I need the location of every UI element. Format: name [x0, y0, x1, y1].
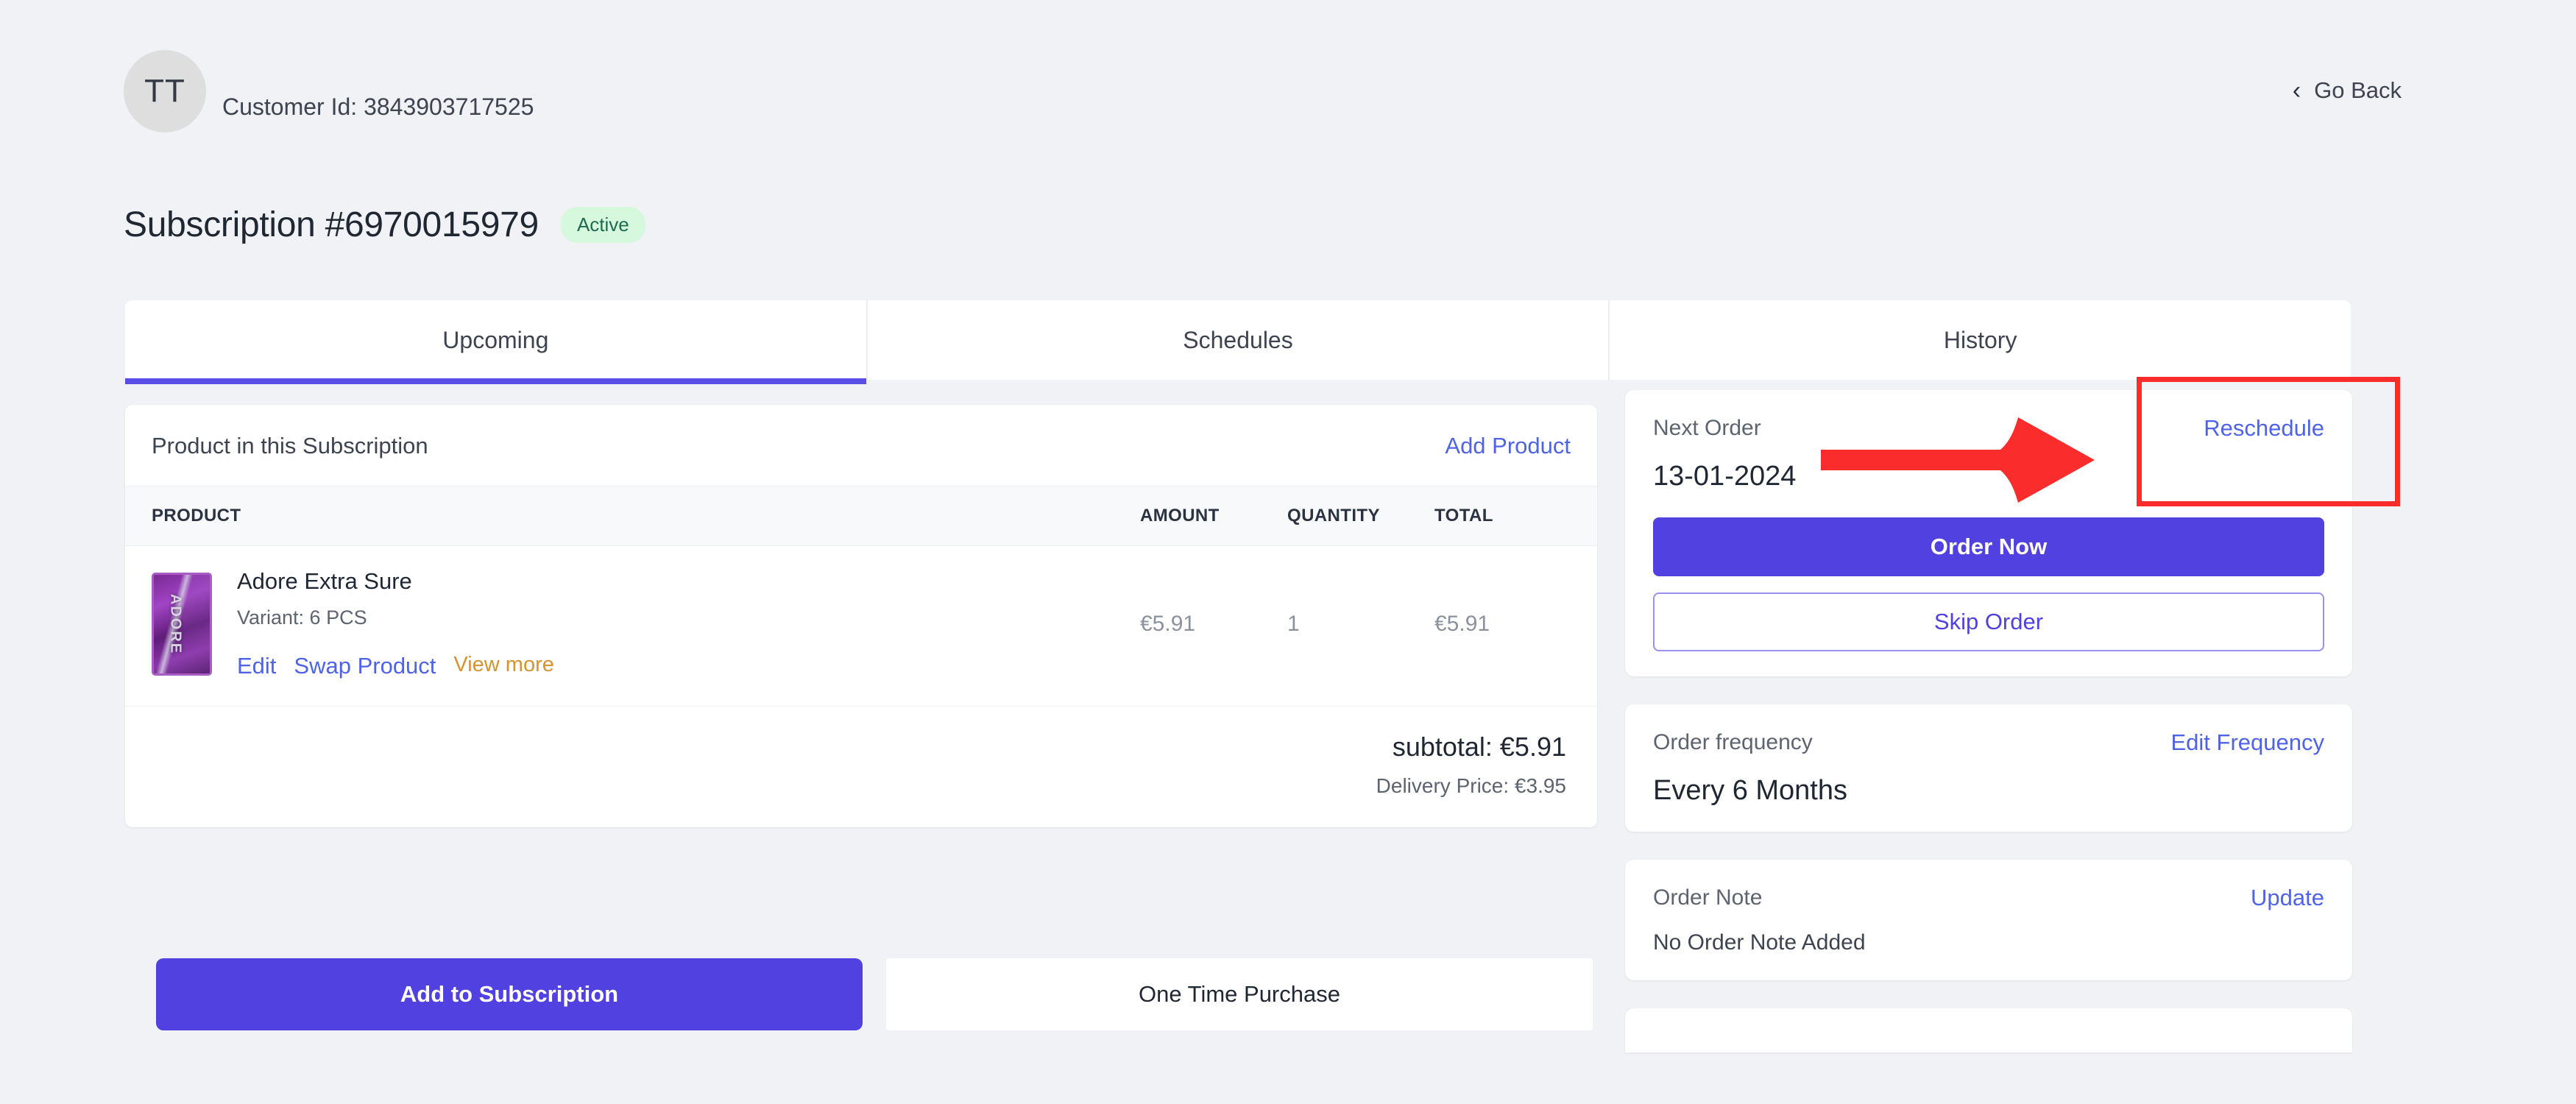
tab-upcoming-label: Upcoming — [442, 326, 549, 353]
column-header-amount: AMOUNT — [1140, 506, 1220, 526]
page-title: Subscription #6970015979 — [124, 205, 539, 244]
status-badge: Active — [560, 207, 645, 243]
tab-history-label: History — [1943, 326, 2017, 353]
page-title-row: Subscription #6970015979 Active — [124, 205, 645, 245]
tab-schedules[interactable]: Schedules — [867, 300, 1610, 380]
customer-header: TT Customer Id: 3843903717525 — [124, 50, 534, 132]
go-back-label: Go Back — [2314, 77, 2402, 103]
column-header-product: PRODUCT — [152, 506, 241, 526]
order-frequency-value: Every 6 Months — [1653, 775, 1847, 806]
one-time-purchase-button[interactable]: One Time Purchase — [886, 958, 1593, 1030]
order-frequency-card: Order frequency Edit Frequency Every 6 M… — [1625, 704, 2352, 832]
tab-bar: Upcoming Schedules History — [125, 300, 2352, 384]
customer-id-label: Customer Id: 3843903717525 — [222, 93, 534, 120]
bottom-action-bar: Add to Subscription One Time Purchase — [156, 958, 1593, 1030]
product-thumbnail — [152, 572, 212, 676]
add-product-link[interactable]: Add Product — [1445, 433, 1571, 459]
product-name: Adore Extra Sure — [237, 568, 412, 594]
order-note-value: No Order Note Added — [1653, 930, 1866, 955]
products-card-heading: Product in this Subscription — [152, 433, 428, 459]
products-card: Product in this Subscription Add Product… — [125, 405, 1597, 827]
swap-product-link[interactable]: Swap Product — [294, 653, 436, 679]
product-total: €5.91 — [1434, 611, 1490, 636]
products-table-header: PRODUCT AMOUNT QUANTITY TOTAL — [125, 486, 1597, 546]
reschedule-link[interactable]: Reschedule — [2204, 415, 2324, 442]
next-order-label: Next Order — [1653, 416, 1761, 440]
go-back-button[interactable]: ‹ Go Back — [2293, 77, 2402, 104]
product-cell: Adore Extra Sure Variant: 6 PCS Edit Swa… — [152, 568, 1140, 679]
product-amount: €5.91 — [1140, 611, 1196, 636]
product-variant: Variant: 6 PCS — [237, 606, 367, 629]
subscription-detail-page: TT Customer Id: 3843903717525 ‹ Go Back … — [0, 0, 2576, 1104]
next-card-partial — [1625, 1008, 2352, 1052]
products-card-header: Product in this Subscription Add Product — [125, 405, 1597, 486]
column-header-total: TOTAL — [1434, 506, 1493, 526]
skip-order-button[interactable]: Skip Order — [1653, 592, 2324, 651]
add-to-subscription-button[interactable]: Add to Subscription — [156, 958, 863, 1030]
chevron-left-icon: ‹ — [2292, 77, 2301, 105]
product-quantity: 1 — [1287, 611, 1300, 636]
order-frequency-label: Order frequency — [1653, 730, 1813, 754]
edit-frequency-link[interactable]: Edit Frequency — [2171, 729, 2325, 756]
view-more-link[interactable]: View more — [453, 653, 553, 679]
edit-product-link[interactable]: Edit — [237, 653, 276, 679]
order-note-label: Order Note — [1653, 885, 1763, 910]
order-now-button[interactable]: Order Now — [1653, 517, 2324, 576]
tab-history[interactable]: History — [1610, 300, 2352, 380]
update-order-note-link[interactable]: Update — [2251, 885, 2324, 911]
tab-upcoming[interactable]: Upcoming — [125, 300, 868, 384]
sidebar: Next Order Reschedule 13-01-2024 Order N… — [1625, 390, 2352, 1052]
subtotal-value: subtotal: €5.91 — [1392, 732, 1566, 762]
column-header-quantity: QUANTITY — [1287, 506, 1380, 526]
next-order-card: Next Order Reschedule 13-01-2024 Order N… — [1625, 390, 2352, 676]
table-row: Adore Extra Sure Variant: 6 PCS Edit Swa… — [125, 546, 1597, 707]
order-note-card: Order Note Update No Order Note Added — [1625, 860, 2352, 980]
avatar: TT — [124, 50, 206, 132]
tab-schedules-label: Schedules — [1183, 326, 1293, 353]
next-order-date: 13-01-2024 — [1653, 461, 1797, 492]
totals-section: subtotal: €5.91 Delivery Price: €3.95 — [125, 707, 1597, 827]
delivery-price-value: Delivery Price: €3.95 — [1376, 774, 1566, 797]
